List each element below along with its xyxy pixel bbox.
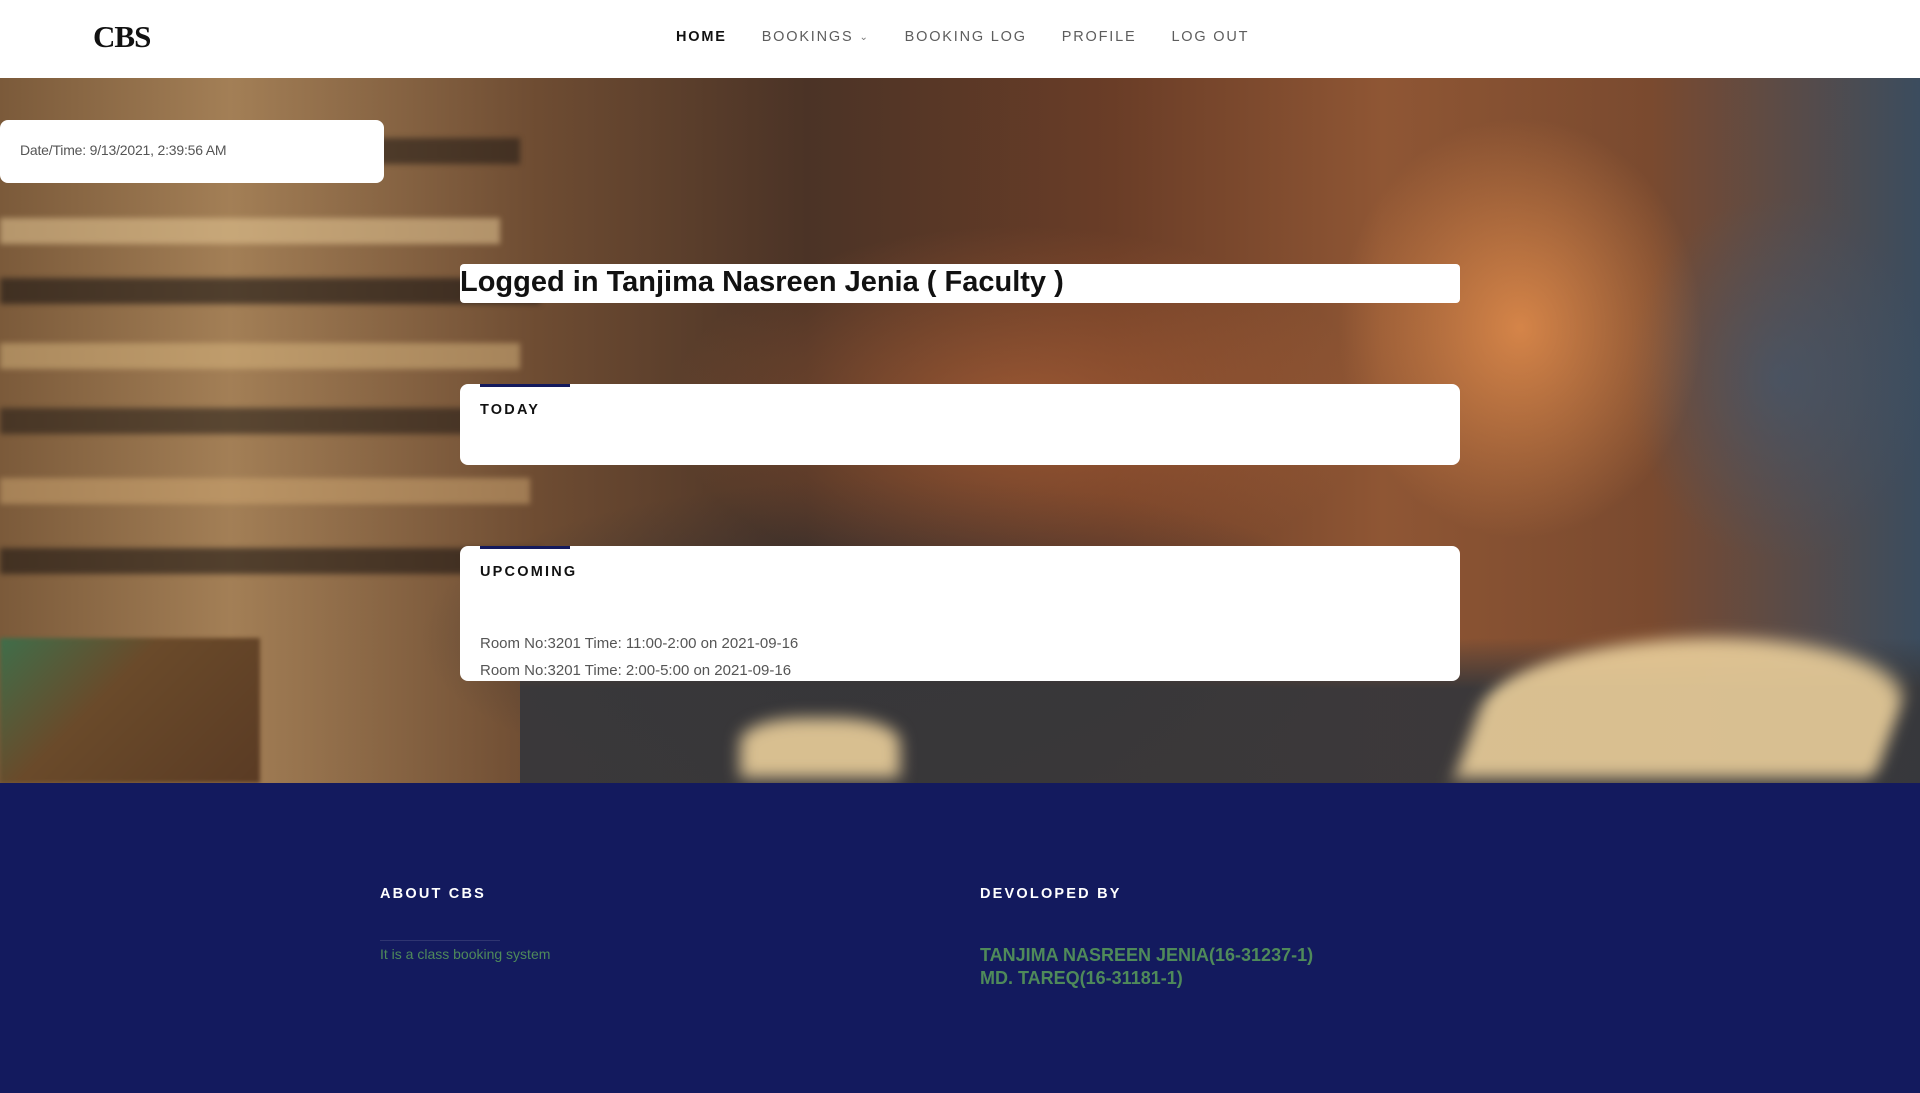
datetime-card: Date/Time: 9/13/2021, 2:39:56 AM bbox=[0, 120, 384, 183]
upcoming-booking-list: Room No:3201 Time: 11:00-2:00 on 2021-09… bbox=[480, 630, 798, 684]
nav-bookings-label: BOOKINGS bbox=[761, 29, 854, 45]
about-description: It is a class booking system bbox=[380, 946, 551, 962]
nav-booking-log[interactable]: BOOKING LOG bbox=[905, 29, 1027, 45]
book-stripe bbox=[0, 343, 520, 369]
top-navigation-bar: CBS HOME BOOKINGS ⌄ BOOKING LOG PROFILE … bbox=[0, 0, 1902, 78]
section-accent-bar bbox=[480, 546, 570, 549]
nav-booking-log-label: BOOKING LOG bbox=[904, 29, 1027, 45]
today-section: TODAY bbox=[460, 384, 1460, 465]
nav-profile-label: PROFILE bbox=[1061, 29, 1137, 45]
scroll-gutter bbox=[1902, 0, 1920, 78]
main-nav: HOME BOOKINGS ⌄ BOOKING LOG PROFILE LOG … bbox=[676, 29, 1284, 45]
logged-in-heading: Logged in Tanjima Nasreen Jenia ( Facult… bbox=[460, 266, 1064, 298]
divider bbox=[380, 940, 500, 941]
upcoming-section: UPCOMING Room No:3201 Time: 11:00-2:00 o… bbox=[460, 546, 1460, 681]
nav-home[interactable]: HOME bbox=[676, 29, 727, 45]
book-stripe bbox=[0, 478, 530, 504]
nav-home-label: HOME bbox=[676, 29, 727, 45]
chevron-down-icon: ⌄ bbox=[859, 31, 870, 43]
list-item: Room No:3201 Time: 11:00-2:00 on 2021-09… bbox=[480, 635, 799, 652]
about-heading: ABOUT CBS bbox=[380, 886, 486, 902]
page: CBS HOME BOOKINGS ⌄ BOOKING LOG PROFILE … bbox=[0, 0, 1920, 1093]
welcome-banner: Logged in Tanjima Nasreen Jenia ( Facult… bbox=[460, 264, 1460, 303]
developer-name: MD. TAREQ(16-31181-1) bbox=[980, 968, 1183, 988]
section-accent-bar bbox=[480, 384, 570, 387]
site-footer: ABOUT CBS It is a class booking system D… bbox=[0, 783, 1920, 1093]
upcoming-title: UPCOMING bbox=[480, 564, 578, 580]
cbs-logo[interactable]: CBS bbox=[93, 19, 151, 55]
book-stripe bbox=[0, 218, 500, 244]
nav-bookings[interactable]: BOOKINGS ⌄ bbox=[762, 29, 870, 45]
nav-log-out-label: LOG OUT bbox=[1171, 29, 1250, 45]
list-item: Room No:3201 Time: 2:00-5:00 on 2021-09-… bbox=[480, 662, 792, 679]
today-title: TODAY bbox=[480, 402, 541, 418]
book-stripe bbox=[0, 278, 540, 304]
developed-by-heading: DEVOLOPED BY bbox=[980, 886, 1122, 902]
open-book-pages bbox=[740, 718, 900, 778]
developer-list: TANJIMA NASREEN JENIA(16-31237-1) MD. TA… bbox=[980, 944, 1313, 990]
nav-profile[interactable]: PROFILE bbox=[1062, 29, 1137, 45]
book-stripe bbox=[0, 548, 540, 574]
developer-name: TANJIMA NASREEN JENIA(16-31237-1) bbox=[980, 945, 1314, 965]
nav-log-out[interactable]: LOG OUT bbox=[1171, 29, 1249, 45]
green-book-spine bbox=[0, 638, 260, 783]
datetime-text: Date/Time: 9/13/2021, 2:39:56 AM bbox=[20, 142, 227, 158]
